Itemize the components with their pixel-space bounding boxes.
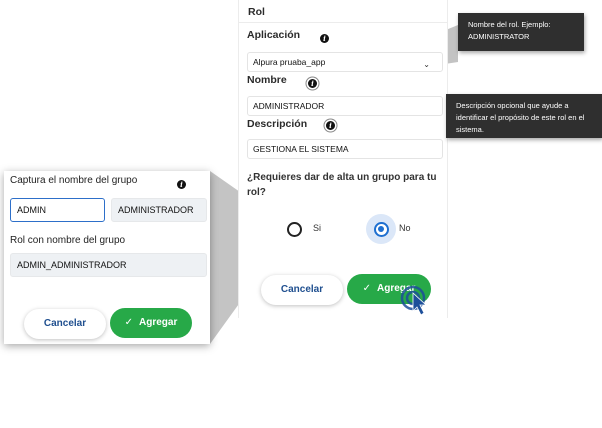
- section-divider: [239, 22, 447, 23]
- radio-si-label[interactable]: Si: [313, 223, 321, 233]
- section-title: Rol: [248, 6, 265, 18]
- group-name-input[interactable]: ADMIN: [10, 198, 105, 222]
- nombre-input[interactable]: ADMINISTRADOR: [247, 96, 443, 116]
- aplicacion-select[interactable]: Alpura pruaba_app ⌄: [247, 52, 443, 72]
- zoom-cancel-button-label: Cancelar: [43, 318, 87, 329]
- radio-no-label[interactable]: No: [399, 223, 411, 233]
- submit-button[interactable]: ✓ Agregar: [347, 274, 431, 304]
- aplicacion-info-icon[interactable]: i: [320, 34, 329, 43]
- rol-grupo-label: Rol con nombre del grupo: [10, 235, 126, 246]
- chevron-down-icon: ⌄: [423, 60, 430, 69]
- cancel-button-label: Cancelar: [280, 284, 324, 295]
- aplicacion-label: Aplicación: [247, 29, 301, 41]
- captura-info-icon[interactable]: i: [177, 180, 186, 189]
- captura-label: Captura el nombre del grupo: [10, 175, 138, 186]
- descripcion-info-icon[interactable]: i: [326, 121, 335, 130]
- role-form-panel: Rol Aplicación i Alpura pruaba_app ⌄ Nom…: [238, 0, 448, 318]
- role-name-readonly: ADMINISTRADOR: [111, 198, 207, 222]
- descripcion-label: Descripción: [247, 118, 308, 130]
- radio-si[interactable]: [287, 222, 302, 237]
- descripcion-tooltip: Descripción opcional que ayude a identif…: [446, 94, 602, 138]
- nombre-label: Nombre: [247, 74, 287, 86]
- group-question: ¿Requieres dar de alta un grupo para tu …: [247, 172, 437, 198]
- aplicacion-select-value: Alpura pruaba_app: [253, 57, 326, 67]
- submit-button-label: Agregar: [377, 283, 416, 294]
- cancel-button[interactable]: Cancelar: [261, 275, 343, 305]
- checkmark-icon: ✓: [362, 283, 372, 294]
- rol-grupo-readonly: ADMIN_ADMINISTRADOR: [10, 253, 207, 277]
- nombre-tooltip: Nombre del rol. Ejemplo: ADMINISTRATOR: [458, 13, 584, 51]
- checkmark-icon: ✓: [124, 317, 134, 328]
- zoom-cancel-button[interactable]: Cancelar: [24, 309, 106, 339]
- zoom-submit-button-label: Agregar: [139, 317, 178, 328]
- descripcion-input[interactable]: GESTIONA EL SISTEMA: [247, 139, 443, 159]
- zoom-submit-button[interactable]: ✓ Agregar: [110, 308, 192, 338]
- nombre-info-icon[interactable]: i: [308, 79, 317, 88]
- group-zoom-card: Captura el nombre del grupo i ADMIN ADMI…: [4, 171, 210, 344]
- radio-no[interactable]: [373, 221, 389, 237]
